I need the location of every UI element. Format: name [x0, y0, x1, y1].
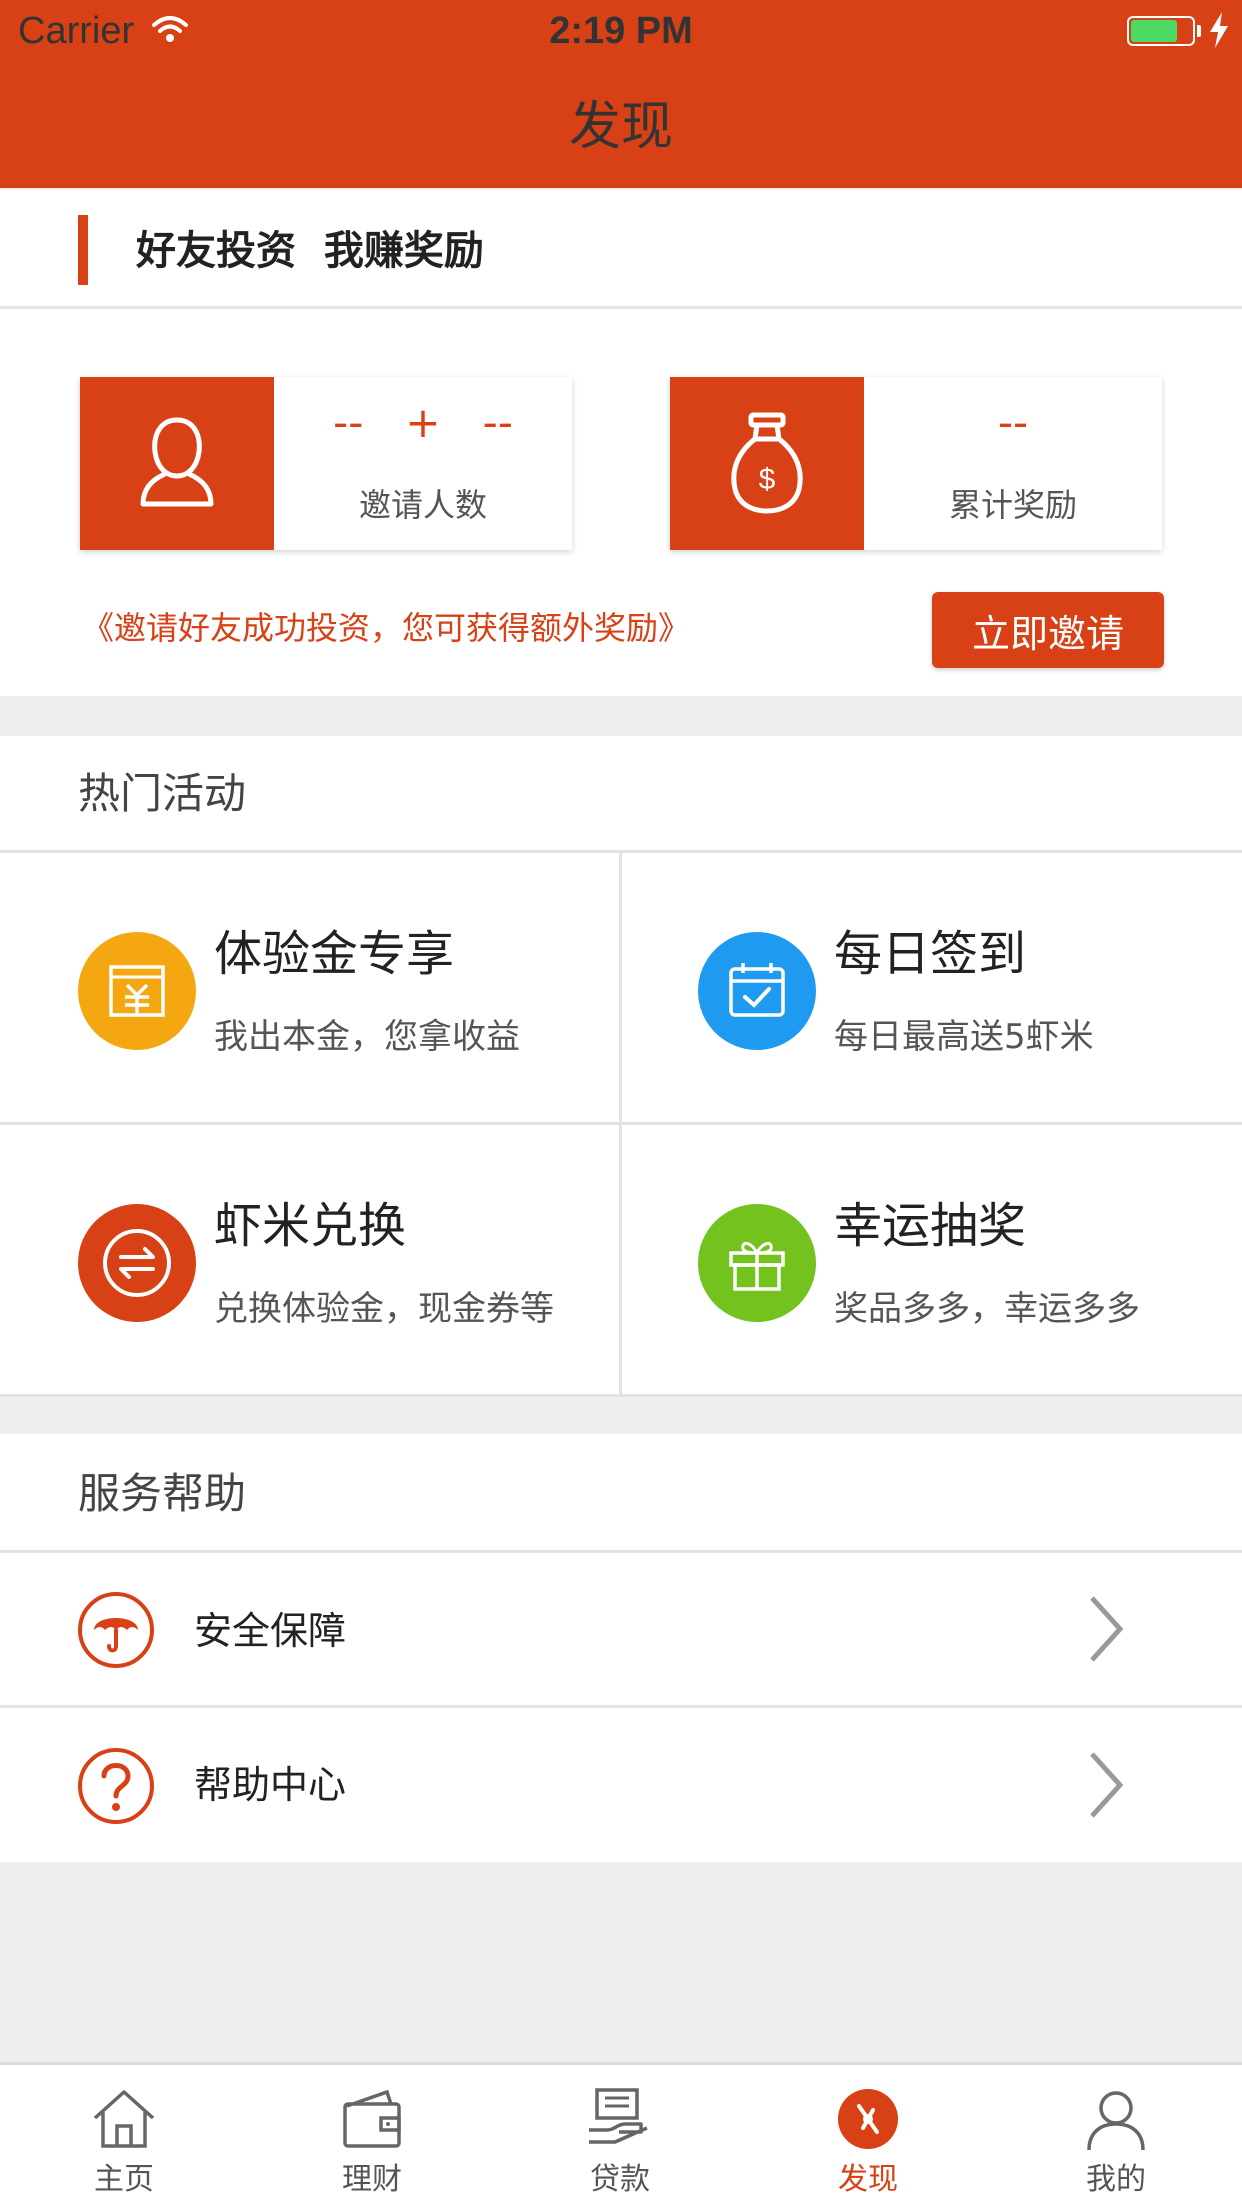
service-help-heading: 服务帮助 — [78, 1469, 247, 1518]
loan-icon — [589, 2088, 648, 2144]
charging-bolt-icon — [1210, 12, 1228, 48]
tab-home[interactable]: 主页 — [0, 2062, 248, 2208]
tab-label: 贷款 — [590, 2162, 650, 2197]
total-reward-label: 累计奖励 — [948, 486, 1077, 524]
activity-title: 体验金专享 — [214, 926, 455, 982]
tab-label: 理财 — [342, 2162, 402, 2197]
tab-loan[interactable]: 贷款 — [496, 2062, 744, 2208]
wallet-icon — [343, 2089, 401, 2148]
exchange-icon — [78, 1204, 196, 1322]
calendar-check-icon — [698, 932, 816, 1050]
divider — [0, 306, 1242, 309]
umbrella-icon — [78, 1592, 154, 1668]
tab-label: 我的 — [1086, 2162, 1146, 2197]
invite-count-values: -- + -- — [274, 398, 572, 447]
help-item-label: 帮助中心 — [194, 1763, 347, 1807]
battery-icon — [1127, 16, 1195, 46]
tab-mine[interactable]: 我的 — [992, 2062, 1240, 2208]
activity-title: 幸运抽奖 — [834, 1198, 1027, 1254]
help-item-security[interactable] — [0, 1553, 1242, 1705]
activity-title: 每日签到 — [834, 926, 1027, 982]
invite-now-button[interactable]: 立即邀请 — [932, 592, 1164, 668]
divider — [0, 1394, 1242, 1397]
activity-title: 虾米兑换 — [214, 1198, 407, 1254]
invite-count-left: -- — [333, 398, 364, 447]
compass-icon — [838, 2089, 898, 2149]
activity-subtitle: 兑换体验金，现金券等 — [214, 1289, 554, 1329]
page-title: 发现 — [568, 97, 673, 157]
invite-hint: 《邀请好友成功投资，您可获得额外奖励》 — [82, 609, 691, 647]
chevron-right-icon — [1090, 1752, 1124, 1818]
gift-icon — [698, 1204, 816, 1322]
status-time: 2:19 PM — [549, 10, 693, 52]
user-icon — [140, 416, 214, 506]
total-reward-value: -- — [997, 398, 1029, 447]
invite-count-plus: + — [405, 398, 441, 447]
voucher-icon — [78, 932, 196, 1050]
invite-count-label: 邀请人数 — [358, 486, 487, 524]
question-icon — [78, 1748, 154, 1824]
svg-text:$: $ — [759, 463, 776, 496]
chevron-right-icon — [1090, 1596, 1124, 1662]
activity-subtitle: 我出本金，您拿收益 — [214, 1017, 520, 1057]
tab-finance[interactable]: 理财 — [248, 2062, 496, 2208]
money-bag-icon: $ — [731, 412, 803, 514]
activity-subtitle: 每日最高送5虾米 — [834, 1017, 1094, 1057]
invite-title: 好友投资 我赚奖励 — [136, 228, 484, 274]
invite-count-right: -- — [482, 398, 513, 447]
battery-tip — [1197, 25, 1201, 37]
tab-discover[interactable]: 发现 — [744, 2062, 992, 2208]
total-reward-icon-box: $ — [670, 377, 864, 550]
home-icon — [93, 2090, 155, 2148]
invite-count-icon-box — [80, 377, 274, 550]
help-item-help-center[interactable] — [0, 1708, 1242, 1862]
tab-label: 主页 — [94, 2162, 154, 2197]
tab-label: 发现 — [838, 2162, 898, 2197]
user-icon — [1087, 2091, 1145, 2151]
activity-subtitle: 奖品多多，幸运多多 — [834, 1289, 1140, 1329]
hot-activities-heading: 热门活动 — [78, 769, 247, 818]
invite-accent-bar — [78, 215, 88, 285]
help-item-label: 安全保障 — [194, 1609, 347, 1653]
